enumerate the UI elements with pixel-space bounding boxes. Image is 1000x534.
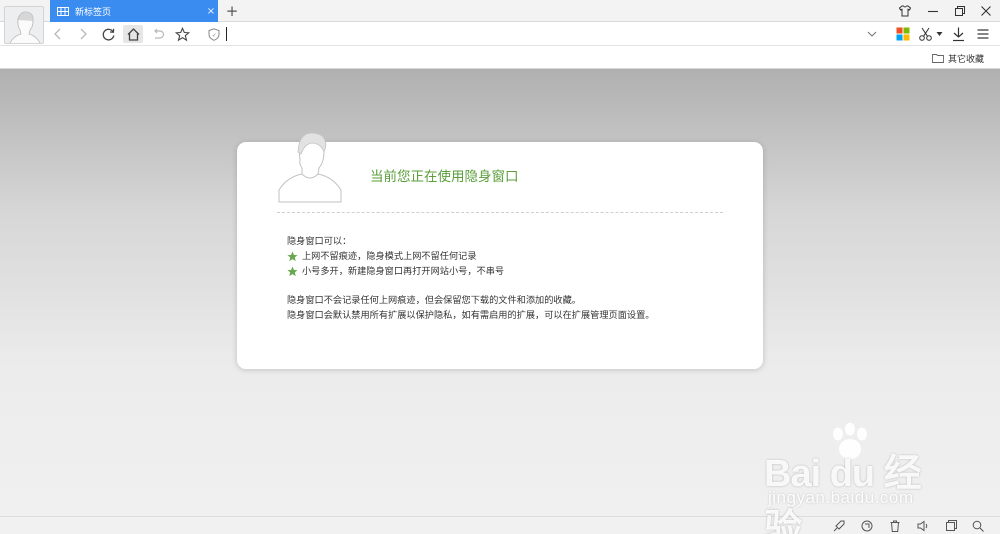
navigation-toolbar: ✓: [0, 22, 1000, 46]
scissors-icon[interactable]: [918, 26, 934, 42]
window-icon[interactable]: [944, 519, 958, 533]
feature-item: 小号多开，新建隐身窗口再打开网站小号，不串号: [287, 264, 655, 279]
new-tab-button[interactable]: +: [224, 1, 240, 21]
undo-close-button[interactable]: [148, 25, 168, 43]
home-icon: [127, 27, 139, 41]
intro-text: 隐身窗口可以：: [287, 236, 352, 247]
green-star-icon: [287, 251, 298, 262]
other-bookmarks-folder[interactable]: 其它收藏: [932, 51, 984, 65]
grid-page-icon: [57, 6, 69, 16]
zoom-icon[interactable]: [971, 519, 985, 533]
shield-icon[interactable]: ✓: [208, 28, 220, 41]
bookmark-star-icon: [174, 26, 190, 41]
scissors-menu-caret-icon[interactable]: [936, 31, 943, 37]
user-avatar[interactable]: [4, 6, 44, 44]
feature-text: 小号多开，新建隐身窗口再打开网站小号，不串号: [302, 266, 505, 277]
restore-icon[interactable]: [952, 3, 968, 19]
feature-item: 上网不留痕迹，隐身模式上网不留任何记录: [287, 249, 655, 264]
refresh-icon[interactable]: [860, 519, 874, 533]
undo-close-icon: [154, 28, 165, 39]
reload-icon: [102, 28, 114, 41]
title-bar: 新标签页 × +: [0, 0, 1000, 22]
trash-icon[interactable]: [888, 519, 902, 533]
bookmarks-bar: 其它收藏: [0, 46, 1000, 69]
menu-icon[interactable]: [976, 27, 990, 41]
window-close-icon[interactable]: [978, 3, 994, 19]
back-button[interactable]: [48, 25, 68, 43]
other-bookmarks-label: 其它收藏: [947, 54, 984, 65]
incognito-heading: 当前您正在使用隐身窗口: [370, 169, 519, 185]
note-text: 隐身窗口会默认禁用所有扩展以保护隐私，如有需启用的扩展，可以在扩展管理页面设置。: [287, 310, 655, 321]
url-input[interactable]: [228, 25, 848, 43]
speedup-icon[interactable]: [832, 519, 846, 533]
incognito-description: 隐身窗口可以： 上网不留痕迹，隐身模式上网不留任何记录 小号多开，新建隐身窗口再…: [287, 234, 655, 323]
tab-new-tab[interactable]: 新标签页 ×: [50, 0, 218, 22]
incognito-card: 当前您正在使用隐身窗口 隐身窗口可以： 上网不留痕迹，隐身模式上网不留任何记录 …: [237, 132, 763, 369]
incognito-person-icon: [278, 132, 342, 203]
forward-icon: [80, 28, 87, 40]
text-cursor: [226, 27, 227, 41]
skin-icon[interactable]: [897, 3, 913, 19]
back-icon: [54, 28, 61, 40]
minimize-icon[interactable]: [925, 3, 941, 19]
address-bar[interactable]: ✓: [202, 24, 884, 44]
feature-text: 上网不留痕迹，隐身模式上网不留任何记录: [302, 251, 477, 262]
bookmark-star-button[interactable]: [172, 25, 192, 43]
app-grid-icon[interactable]: [896, 27, 910, 41]
reload-button[interactable]: [98, 25, 118, 43]
green-star-icon: [287, 266, 298, 277]
volume-icon[interactable]: [916, 519, 930, 533]
home-button[interactable]: [123, 25, 143, 43]
incognito-page: 当前您正在使用隐身窗口 隐身窗口可以： 上网不留痕迹，隐身模式上网不留任何记录 …: [0, 69, 1000, 516]
note-text: 隐身窗口不会记录任何上网痕迹，但会保留您下载的文件和添加的收藏。: [287, 295, 581, 306]
status-bar: [0, 516, 1000, 534]
tab-close-icon[interactable]: ×: [204, 6, 218, 17]
svg-text:✓: ✓: [212, 32, 217, 39]
forward-button[interactable]: [73, 25, 93, 43]
tab-title: 新标签页: [75, 7, 112, 18]
dropdown-chevron-icon[interactable]: [866, 29, 878, 39]
folder-icon: [932, 54, 944, 63]
card-divider: [277, 212, 723, 213]
person-silhouette-icon: [9, 11, 41, 43]
download-icon[interactable]: [951, 26, 966, 42]
